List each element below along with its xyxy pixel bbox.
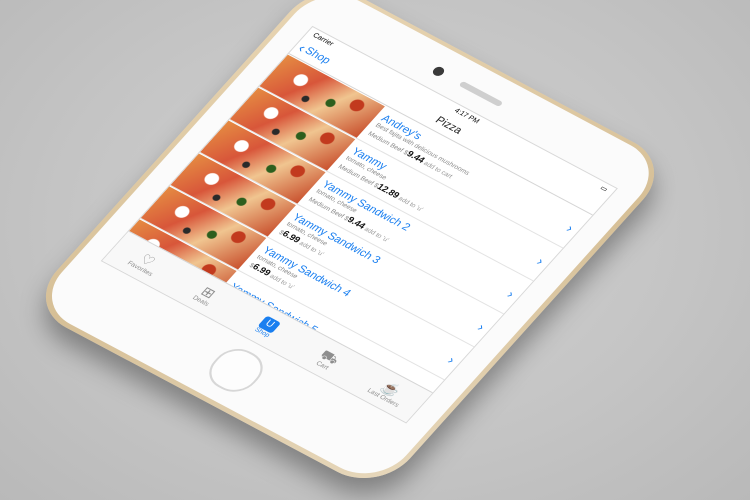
battery-icon: ▭ — [598, 184, 609, 194]
home-button[interactable] — [199, 341, 273, 399]
speaker-grille — [458, 80, 504, 108]
camera-icon — [430, 65, 447, 78]
